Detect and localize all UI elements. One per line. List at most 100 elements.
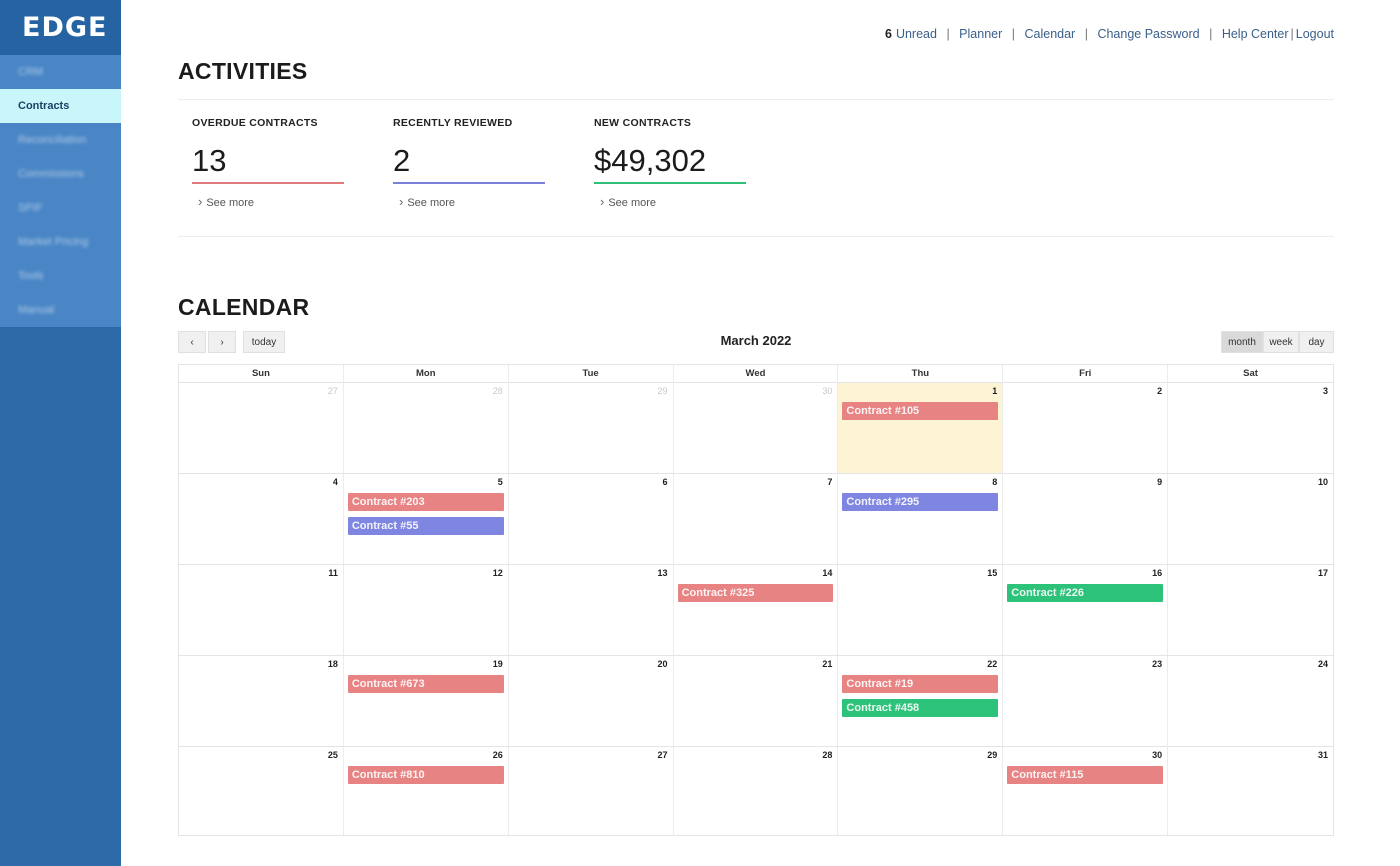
- calendar-grid: Sun Mon Tue Wed Thu Fri Sat 27 28 29 30 1 Contract …: [178, 364, 1334, 836]
- link-separator: |: [1084, 27, 1088, 41]
- calendar-event[interactable]: Contract #295: [842, 493, 999, 511]
- calendar-day[interactable]: 2: [1003, 383, 1169, 473]
- sidebar-item-commissions[interactable]: Commissions: [0, 157, 121, 191]
- stat-label: NEW CONTRACTS: [594, 117, 692, 129]
- unread-link[interactable]: Unread: [896, 27, 937, 41]
- calendar-day[interactable]: 21: [674, 656, 839, 746]
- calendar-day[interactable]: 22 Contract #19 Contract #458: [838, 656, 1004, 746]
- logo[interactable]: EDGE: [0, 0, 121, 55]
- calendar-day[interactable]: 31: [1168, 747, 1333, 835]
- calendar-day[interactable]: 7: [674, 474, 839, 564]
- day-number: 9: [1157, 477, 1163, 487]
- calendar-day[interactable]: 4: [179, 474, 344, 564]
- calendar-day[interactable]: 6: [509, 474, 674, 564]
- calendar-day[interactable]: 29: [838, 747, 1004, 835]
- calendar-week: 11 12 13 14 Contract #325 15 16 Contract #226 17: [179, 565, 1333, 656]
- calendar-event[interactable]: Contract #226: [1007, 584, 1164, 602]
- calendar-day[interactable]: 27: [179, 383, 344, 473]
- next-month-button[interactable]: ›: [208, 331, 236, 353]
- sidebar-item-crm[interactable]: CRM: [0, 55, 121, 89]
- calendar-event[interactable]: Contract #810: [347, 766, 504, 784]
- planner-link[interactable]: Planner: [959, 27, 1002, 41]
- link-separator: |: [1011, 27, 1015, 41]
- calendar-day[interactable]: 30: [674, 383, 839, 473]
- calendar-day[interactable]: 28: [344, 383, 509, 473]
- day-number: 12: [492, 568, 503, 578]
- calendar-event[interactable]: Contract #673: [347, 675, 504, 693]
- calendar-day[interactable]: 30 Contract #115: [1003, 747, 1169, 835]
- day-number: 18: [327, 659, 338, 669]
- view-day-button[interactable]: day: [1299, 331, 1334, 353]
- calendar-title: CALENDAR: [178, 294, 310, 320]
- calendar-day[interactable]: 26 Contract #810: [344, 747, 509, 835]
- day-number: 17: [1317, 568, 1328, 578]
- calendar-day[interactable]: 23: [1003, 656, 1169, 746]
- calendar-day[interactable]: 29: [509, 383, 674, 473]
- help-center-link[interactable]: Help Center: [1222, 27, 1289, 41]
- weekday-label: Sat: [1243, 368, 1258, 379]
- stat-underline: [393, 182, 545, 184]
- calendar-day[interactable]: 20: [509, 656, 674, 746]
- sidebar-item-reconciliation[interactable]: Reconciliation: [0, 123, 121, 157]
- calendar-day[interactable]: 9: [1003, 474, 1169, 564]
- calendar-day[interactable]: 8 Contract #295: [838, 474, 1004, 564]
- calendar-day[interactable]: 3: [1168, 383, 1333, 473]
- calendar-link[interactable]: Calendar: [1024, 27, 1075, 41]
- day-number: 3: [1322, 386, 1328, 396]
- day-number: 16: [1152, 568, 1163, 578]
- sidebar-item-contracts[interactable]: Contracts: [0, 89, 121, 123]
- calendar-day[interactable]: 24: [1168, 656, 1333, 746]
- stat-new-contracts: NEW CONTRACTS $49,302 › See more: [594, 117, 746, 209]
- calendar-day[interactable]: 17: [1168, 565, 1333, 655]
- calendar-day[interactable]: 16 Contract #226: [1003, 565, 1169, 655]
- unread-count[interactable]: 6: [885, 27, 892, 41]
- day-number: 7: [827, 477, 833, 487]
- calendar-event[interactable]: Contract #115: [1007, 766, 1164, 784]
- day-number: 21: [822, 659, 833, 669]
- calendar-event[interactable]: Contract #458: [842, 699, 999, 717]
- day-number: 11: [328, 568, 338, 578]
- calendar-event[interactable]: Contract #19: [842, 675, 999, 693]
- stat-underline: [594, 182, 746, 184]
- calendar-event[interactable]: Contract #203: [347, 493, 504, 511]
- stat-value: 13: [192, 143, 227, 178]
- calendar-event[interactable]: Contract #105: [842, 402, 999, 420]
- stat-overdue-contracts: OVERDUE CONTRACTS 13 › See more: [192, 117, 344, 209]
- day-number: 10: [1317, 477, 1328, 487]
- weekday-header: Sun Mon Tue Wed Thu Fri Sat: [179, 365, 1333, 383]
- sidebar-item-tools[interactable]: Tools: [0, 259, 121, 293]
- link-separator: |: [946, 27, 950, 41]
- calendar-day[interactable]: 14 Contract #325: [674, 565, 839, 655]
- calendar-day[interactable]: 10: [1168, 474, 1333, 564]
- calendar-day[interactable]: 19 Contract #673: [344, 656, 509, 746]
- change-password-link[interactable]: Change Password: [1097, 27, 1199, 41]
- sidebar-item-market-pricing[interactable]: Market Pricing: [0, 225, 121, 259]
- calendar-event[interactable]: Contract #55: [347, 517, 504, 535]
- see-more-link[interactable]: › See more: [393, 194, 545, 209]
- view-month-button[interactable]: month: [1221, 331, 1263, 353]
- calendar-day[interactable]: 27: [509, 747, 674, 835]
- top-links: 6 Unread | Planner | Calendar | Change Pa…: [885, 27, 1334, 41]
- logout-link[interactable]: Logout: [1296, 27, 1334, 41]
- see-more-link[interactable]: › See more: [594, 194, 746, 209]
- calendar-day[interactable]: 28: [674, 747, 839, 835]
- day-number: 28: [492, 386, 503, 396]
- sidebar-item-manual[interactable]: Manual: [0, 293, 121, 327]
- see-more-link[interactable]: › See more: [192, 194, 344, 209]
- day-number: 15: [987, 568, 998, 578]
- day-number: 6: [662, 477, 668, 487]
- calendar-day[interactable]: 13: [509, 565, 674, 655]
- sidebar-item-spif[interactable]: SPIF: [0, 191, 121, 225]
- view-week-button[interactable]: week: [1263, 331, 1299, 353]
- calendar-day[interactable]: 15: [838, 565, 1004, 655]
- today-button[interactable]: today: [243, 331, 285, 353]
- calendar-event[interactable]: Contract #325: [677, 584, 834, 602]
- calendar-day[interactable]: 18: [179, 656, 344, 746]
- sidebar: EDGE CRM Contracts Reconciliation Commissio…: [0, 0, 121, 866]
- prev-month-button[interactable]: ‹: [178, 331, 206, 353]
- calendar-day[interactable]: 5 Contract #203 Contract #55: [344, 474, 509, 564]
- calendar-day-today[interactable]: 1 Contract #105: [838, 383, 1004, 473]
- calendar-day[interactable]: 12: [344, 565, 509, 655]
- calendar-day[interactable]: 11: [179, 565, 344, 655]
- calendar-day[interactable]: 25: [179, 747, 344, 835]
